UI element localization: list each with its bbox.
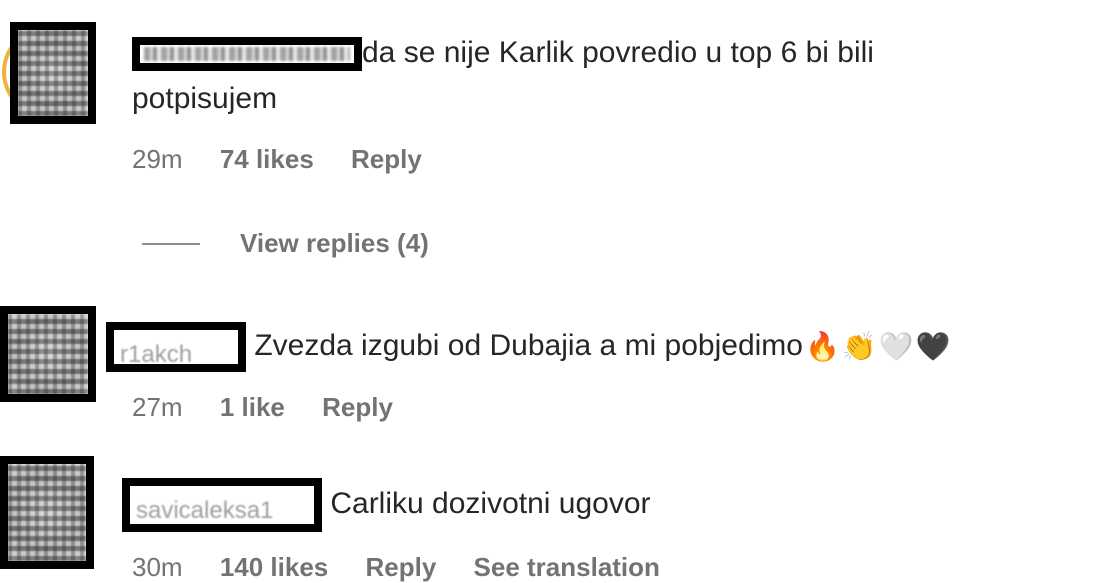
- username-link[interactable]: savicaleksa1: [122, 478, 322, 532]
- comment-meta: 30m 140 likes Reply See translation: [132, 552, 690, 583]
- avatar-image: [18, 30, 88, 116]
- likes-count[interactable]: 140 likes: [220, 552, 328, 582]
- view-replies-label: View replies (4): [240, 228, 429, 258]
- username-link[interactable]: r1akch: [106, 322, 246, 372]
- black-heart-emoji: 🖤: [915, 331, 951, 362]
- avatar[interactable]: [10, 22, 96, 124]
- likes-count[interactable]: 1 like: [220, 392, 285, 422]
- comment-meta: 29m 74 likes Reply: [132, 144, 452, 175]
- comment-body: r1akch Zvezda izgubi od Dubajia a mi pob…: [106, 322, 1086, 372]
- timestamp: 30m: [132, 552, 183, 582]
- divider-line: [142, 242, 200, 245]
- see-translation-button[interactable]: See translation: [474, 552, 660, 582]
- redacted-username: [144, 47, 350, 62]
- timestamp: 27m: [132, 392, 183, 422]
- comment-body: da se nije Karlik povredio u top 6 bi bi…: [132, 30, 1072, 122]
- reply-button[interactable]: Reply: [365, 552, 436, 582]
- comment-text: Zvezda izgubi od Dubajia a mi pobjedimo: [254, 328, 803, 362]
- fire-emoji: 🔥: [805, 331, 840, 362]
- avatar-image: [8, 464, 86, 561]
- comment-text: da se nije Karlik povredio u top 6 bi bi…: [362, 36, 874, 69]
- clapping-hands-emoji: 👏: [841, 331, 877, 362]
- username: savicaleksa1: [136, 497, 274, 524]
- username: r1akch: [120, 341, 193, 368]
- comment-text-continued: potpisujem: [132, 82, 278, 115]
- reply-button[interactable]: Reply: [322, 392, 393, 422]
- comment-text: Carliku dozivotni ugovor: [330, 486, 651, 520]
- comment-meta: 27m 1 like Reply: [132, 392, 423, 423]
- username-link[interactable]: [132, 37, 362, 72]
- reply-button[interactable]: Reply: [351, 144, 422, 174]
- avatar[interactable]: [0, 306, 96, 402]
- comment-body: savicaleksa1 Carliku dozivotni ugovor: [122, 478, 1082, 532]
- avatar-image: [8, 314, 88, 394]
- timestamp: 29m: [132, 144, 183, 174]
- likes-count[interactable]: 74 likes: [220, 144, 314, 174]
- white-heart-emoji: 🤍: [878, 331, 914, 362]
- view-replies-button[interactable]: View replies (4): [142, 228, 429, 259]
- avatar[interactable]: [0, 456, 94, 569]
